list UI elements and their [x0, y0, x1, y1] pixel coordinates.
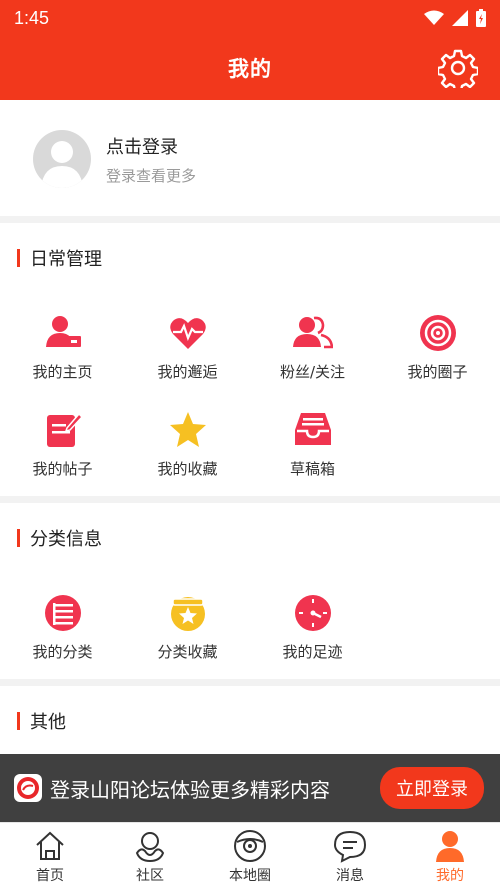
- grid-label: 粉丝/关注: [279, 363, 346, 381]
- star-pot-icon: [170, 597, 205, 631]
- user-home-icon: [45, 316, 81, 347]
- system-icons: [424, 9, 486, 27]
- tab-label: 本地圈: [229, 868, 271, 884]
- profile-icon: [436, 831, 464, 862]
- grid-item-my-circle[interactable]: 我的圈子: [375, 313, 500, 382]
- category-info-section: 分类信息 我的分类 分类收藏 我的足迹: [0, 503, 500, 679]
- section-title-category: 分类信息: [30, 529, 102, 550]
- grid-label: 我的收藏: [157, 460, 218, 478]
- grid-item-fans-follow[interactable]: 粉丝/关注: [250, 313, 375, 382]
- target-circle-icon: [419, 315, 456, 351]
- grid-label: 草稿箱: [289, 460, 335, 478]
- followers-icon: [292, 316, 333, 349]
- section-accent-bar: [17, 249, 20, 267]
- grid-label: 我的足迹: [282, 643, 343, 661]
- heart-pulse-icon: [169, 318, 206, 349]
- login-promo-banner: 登录山阳论坛体验更多精彩内容 立即登录: [0, 754, 500, 822]
- wifi-icon: [424, 10, 444, 25]
- signal-icon: [452, 10, 468, 26]
- banner-message: 登录山阳论坛体验更多精彩内容: [50, 777, 330, 802]
- grid-item-my-encounter[interactable]: 我的邂逅: [125, 313, 250, 382]
- grid-item-my-footprints[interactable]: 我的足迹: [250, 593, 375, 662]
- community-icon: [135, 832, 165, 863]
- bottom-tab-bar: 首页 社区 本地圈 消息 我的: [0, 822, 500, 888]
- clock-icon: [294, 595, 331, 631]
- tab-community[interactable]: 社区: [100, 823, 200, 888]
- tab-label: 我的: [436, 868, 464, 884]
- login-subtitle: 登录查看更多: [106, 167, 197, 185]
- home-icon: [36, 831, 64, 860]
- section-title-daily: 日常管理: [30, 249, 102, 270]
- avatar[interactable]: [33, 130, 91, 188]
- default-avatar-icon: [41, 141, 83, 188]
- inbox-drafts-icon: [294, 413, 331, 445]
- message-icon: [333, 830, 367, 863]
- section-title-other: 其他: [30, 712, 66, 733]
- page-title: 我的: [228, 57, 272, 81]
- grid-label: 我的帖子: [32, 460, 93, 478]
- grid-item-category-favorites[interactable]: 分类收藏: [125, 593, 250, 662]
- grid-item-my-homepage[interactable]: 我的主页: [0, 313, 125, 382]
- list-circle-icon: [44, 595, 81, 631]
- local-circle-icon: [234, 830, 266, 862]
- section-header: 日常管理: [17, 245, 102, 271]
- grid-label: 我的圈子: [407, 363, 468, 381]
- tab-home[interactable]: 首页: [0, 823, 100, 888]
- daily-management-section: 日常管理 我的主页 我的邂逅 粉丝/关注 我的圈子 我的帖子 我的收藏 草稿箱: [0, 223, 500, 496]
- login-title[interactable]: 点击登录: [106, 133, 178, 159]
- post-edit-icon: [46, 412, 83, 447]
- login-now-button[interactable]: 立即登录: [380, 767, 484, 809]
- battery-icon: [476, 9, 486, 27]
- app-header: 我的: [0, 36, 500, 100]
- settings-gear-icon[interactable]: [438, 48, 478, 88]
- section-accent-bar: [17, 529, 20, 547]
- app-logo-icon: [14, 774, 42, 802]
- tab-profile[interactable]: 我的: [400, 823, 500, 888]
- grid-label: 分类收藏: [157, 643, 218, 661]
- tab-messages[interactable]: 消息: [300, 823, 400, 888]
- star-icon: [169, 412, 206, 447]
- grid-label: 我的邂逅: [157, 363, 218, 381]
- grid-item-my-posts[interactable]: 我的帖子: [0, 410, 125, 479]
- section-accent-bar: [17, 712, 20, 730]
- tab-label: 首页: [36, 868, 64, 884]
- profile-card[interactable]: 点击登录 登录查看更多: [0, 100, 500, 216]
- status-time: 1:45: [14, 7, 50, 28]
- tab-local-circle[interactable]: 本地圈: [200, 823, 300, 888]
- tab-label: 社区: [136, 868, 164, 884]
- section-header: 分类信息: [17, 525, 102, 551]
- grid-item-my-favorites[interactable]: 我的收藏: [125, 410, 250, 479]
- grid-label: 我的分类: [32, 643, 93, 661]
- grid-item-drafts[interactable]: 草稿箱: [250, 410, 375, 479]
- section-header: 其他: [17, 708, 66, 734]
- grid-label: 我的主页: [32, 363, 93, 381]
- status-bar: 1:45: [0, 0, 500, 36]
- tab-label: 消息: [336, 868, 364, 884]
- grid-item-my-categories[interactable]: 我的分类: [0, 593, 125, 662]
